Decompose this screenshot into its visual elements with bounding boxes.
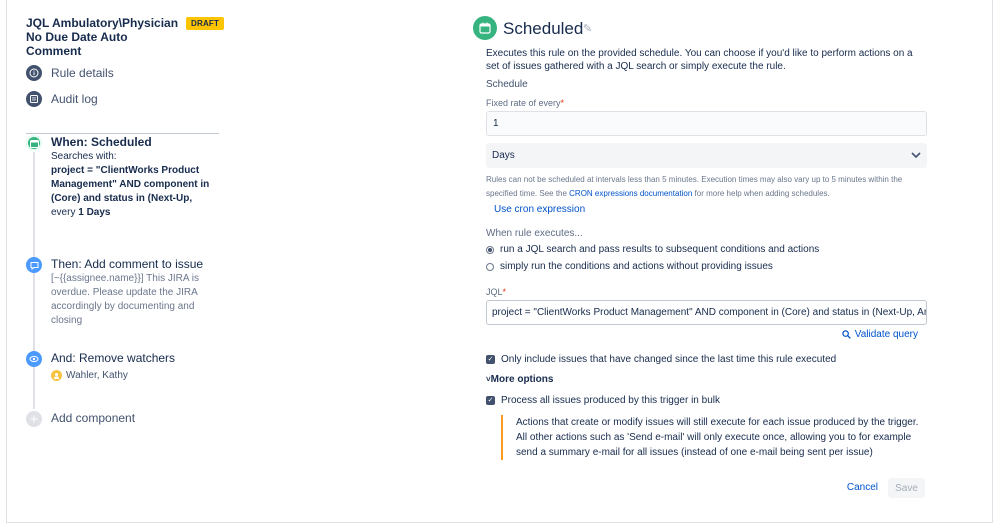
and-title: And: Remove watchers	[51, 351, 176, 365]
process-bulk-label: Process all issues produced by this trig…	[501, 395, 720, 406]
radio-simple-label: simply run the conditions and actions wi…	[500, 261, 773, 272]
component-when-scheduled[interactable]: When: Scheduled Searches with: project =…	[26, 134, 221, 220]
only-include-label: Only include issues that have changed si…	[501, 354, 837, 365]
then-text: [~{{assignee.name}}] This JIRA is overdu…	[51, 273, 199, 326]
rule-title: JQL Ambulatory\Physician No Due Date Aut…	[26, 16, 179, 58]
avatar	[51, 370, 62, 381]
radio-jql-option[interactable]: run a JQL search and pass results to sub…	[486, 244, 819, 255]
interval-unit-value: Days	[492, 150, 515, 161]
nav-audit-log-label: Audit log	[51, 92, 98, 106]
process-bulk-checkbox[interactable]: ✓ Process all issues produced by this tr…	[486, 395, 720, 406]
checkbox-checked-icon[interactable]: ✓	[486, 396, 495, 405]
when-query: project = "ClientWorks Product Managemen…	[51, 165, 210, 204]
required-marker: *	[502, 287, 507, 297]
radio-jql-label: run a JQL search and pass results to sub…	[500, 244, 820, 255]
nav-rule-details[interactable]: Rule details	[26, 65, 114, 81]
when-searches-label: Searches with:	[51, 151, 117, 162]
add-component-label: Add component	[51, 411, 136, 425]
eye-icon	[26, 351, 42, 367]
checkbox-checked-icon[interactable]: ✓	[486, 355, 495, 364]
rule-sidebar: JQL Ambulatory\Physician No Due Date Aut…	[26, 16, 226, 427]
calendar-icon	[473, 16, 497, 40]
watcher-chip: Wahler, Kathy	[51, 370, 221, 381]
required-marker: *	[560, 98, 565, 108]
interval-unit-select[interactable]: Days	[486, 143, 927, 168]
info-icon	[26, 65, 42, 81]
list-icon	[26, 91, 42, 107]
component-and-remove-watchers[interactable]: And: Remove watchers Wahler, Kathy	[26, 350, 221, 381]
schedule-note-text-end: for more help when adding schedules.	[692, 189, 830, 198]
radio-selected[interactable]	[486, 245, 494, 254]
nav-rule-details-label: Rule details	[51, 66, 114, 80]
watcher-name: Wahler, Kathy	[66, 370, 128, 381]
cancel-button[interactable]: Cancel	[847, 477, 878, 498]
panel-title: Scheduled	[503, 19, 584, 38]
cron-docs-link[interactable]: CRON expressions documentation	[569, 189, 692, 198]
jql-label-text: JQL	[486, 287, 503, 297]
pencil-icon[interactable]: ✎	[583, 22, 592, 35]
search-icon	[842, 330, 851, 339]
when-executes-label: When rule executes...	[486, 228, 583, 239]
draft-badge: DRAFT	[186, 17, 225, 30]
plus-icon	[26, 411, 42, 427]
jql-label: JQL*	[486, 287, 506, 297]
validate-query-link[interactable]: Validate query	[842, 329, 918, 340]
radio-simple-option[interactable]: simply run the conditions and actions wi…	[486, 261, 773, 272]
schedule-note: Rules can not be scheduled at intervals …	[486, 173, 926, 201]
add-component-button[interactable]: Add component	[26, 410, 221, 427]
validate-query-label: Validate query	[854, 329, 918, 340]
more-options-label: More options	[490, 374, 554, 385]
jql-input[interactable]: project = "ClientWorks Product Managemen…	[486, 300, 927, 325]
chevron-down-icon	[911, 150, 921, 161]
more-options-toggle[interactable]: ˅More options	[486, 374, 553, 385]
radio-unselected[interactable]	[486, 262, 494, 271]
schedule-heading: Schedule	[486, 79, 528, 90]
component-then-add-comment[interactable]: Then: Add comment to issue [~{{assignee.…	[26, 256, 221, 328]
when-every: every 1 Days	[51, 206, 221, 220]
fixed-rate-label: Fixed rate of every*	[486, 98, 564, 108]
only-include-checkbox[interactable]: ✓ Only include issues that have changed …	[486, 354, 836, 365]
nav-audit-log[interactable]: Audit log	[26, 91, 98, 107]
fixed-rate-label-text: Fixed rate of every	[486, 98, 561, 108]
bulk-info-callout: Actions that create or modify issues wil…	[501, 415, 927, 460]
when-every-value: 1 Days	[78, 207, 111, 218]
then-title: Then: Add comment to issue	[51, 257, 204, 271]
when-every-prefix: every	[51, 207, 79, 218]
use-cron-link[interactable]: Use cron expression	[494, 204, 585, 215]
save-button[interactable]: Save	[888, 478, 925, 498]
when-title: When: Scheduled	[51, 135, 152, 149]
comment-icon	[26, 257, 42, 273]
panel-description: Executes this rule on the provided sched…	[486, 48, 913, 72]
calendar-icon	[26, 135, 42, 151]
fixed-rate-input[interactable]: 1	[486, 111, 927, 136]
